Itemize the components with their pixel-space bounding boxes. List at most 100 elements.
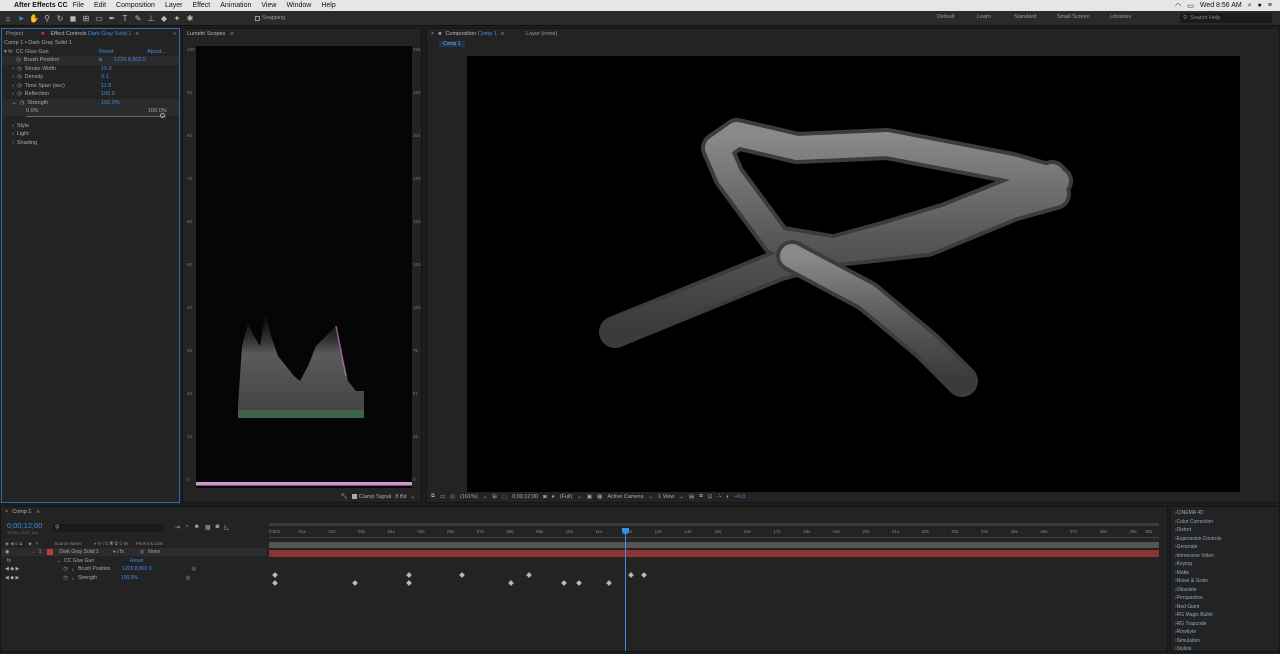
channel-icon[interactable]: ● bbox=[551, 494, 554, 500]
menu-layer[interactable]: Layer bbox=[165, 2, 183, 9]
tab-composition[interactable]: Composition Comp 1 bbox=[446, 31, 497, 37]
group-light[interactable]: › Light bbox=[2, 130, 179, 139]
motion-blur-icon[interactable]: ◙ bbox=[216, 524, 220, 531]
effects-category[interactable]: › Distort bbox=[1171, 526, 1279, 535]
app-name[interactable]: After Effects CC bbox=[14, 2, 68, 9]
view-layout-select[interactable]: 1 View bbox=[658, 494, 674, 500]
menu-window[interactable]: Window bbox=[286, 2, 311, 9]
param-value[interactable]: 100.0% bbox=[101, 100, 120, 106]
effects-category[interactable]: › Color Correction bbox=[1171, 518, 1279, 527]
graph-icon[interactable]: ⌞ bbox=[72, 575, 74, 581]
lock-icon[interactable]: ■ bbox=[438, 31, 441, 37]
timeline-icon[interactable]: ⊡ bbox=[708, 494, 713, 500]
layer-row[interactable]: ◉ ⌄ 1 Dark Gray Solid 1 ⚹ / fx ◎ None bbox=[1, 548, 267, 556]
chevron-down-icon[interactable]: ⌄ bbox=[410, 494, 415, 500]
effects-category[interactable]: › Keying bbox=[1171, 560, 1279, 569]
comp-timecode[interactable]: 0;00;12;00 bbox=[512, 494, 538, 500]
hand-tool-icon[interactable]: ✋ bbox=[29, 13, 39, 23]
timeline-track-area[interactable]: 0:00s01s02s03s04s05s06s07s08s09s10s11s12… bbox=[269, 523, 1159, 651]
keyframe[interactable] bbox=[405, 580, 412, 586]
selection-tool-icon[interactable]: ➤ bbox=[16, 13, 26, 23]
keyframe[interactable] bbox=[272, 580, 278, 586]
param-stroke-width[interactable]: › ◷ Stroke Width 15.9 bbox=[2, 65, 179, 74]
workspace-learn[interactable]: Learn bbox=[977, 14, 991, 20]
wifi-icon[interactable]: ◠ bbox=[1175, 2, 1181, 10]
wrench-icon[interactable]: 🔧︎ bbox=[341, 494, 348, 500]
effects-category[interactable]: › Perspective bbox=[1171, 594, 1279, 603]
twirl-icon[interactable]: › bbox=[12, 74, 14, 80]
panel-menu-icon[interactable]: ≡ bbox=[135, 31, 138, 37]
vr-icon[interactable]: ◎ bbox=[450, 494, 455, 500]
effects-category[interactable]: › Matte bbox=[1171, 569, 1279, 578]
param-density[interactable]: › ◷ Density 0.1 bbox=[2, 73, 179, 82]
workspace-small-screen[interactable]: Small Screen bbox=[1057, 14, 1090, 20]
close-tab-icon[interactable]: × bbox=[5, 509, 8, 515]
stopwatch-icon[interactable]: ◷ bbox=[20, 100, 25, 106]
grid-icon[interactable]: ⊞ bbox=[492, 494, 497, 500]
twirl-icon[interactable]: › bbox=[12, 83, 14, 89]
stopwatch-icon[interactable]: ◷ bbox=[17, 91, 22, 97]
keyframe-nav-icon[interactable]: ◀ ◆ ▶ bbox=[5, 566, 19, 572]
param-value[interactable]: 1229.8,802.0 bbox=[114, 57, 146, 63]
strength-slider-thumb[interactable] bbox=[160, 112, 165, 118]
menu-composition[interactable]: Composition bbox=[116, 2, 155, 9]
region-icon[interactable]: ▢ bbox=[502, 494, 507, 500]
flowchart-icon[interactable]: ⛬ bbox=[717, 493, 721, 500]
effects-category[interactable]: › Noise & Grain bbox=[1171, 577, 1279, 586]
search-help[interactable]: ⚲ Search Help bbox=[1180, 13, 1272, 23]
camera-select[interactable]: Active Camera bbox=[607, 494, 643, 500]
fx-icon[interactable]: ▾ fx bbox=[4, 49, 13, 55]
layer-duration-bar[interactable] bbox=[269, 550, 1159, 557]
keyframe[interactable] bbox=[641, 572, 648, 578]
param-value[interactable]: 100.0 bbox=[101, 91, 115, 97]
param-reflection[interactable]: › ◷ Reflection 100.0 bbox=[2, 90, 179, 99]
tab-effect-controls[interactable]: Effect Controls Dark Gray Solid 1 bbox=[50, 31, 131, 37]
keyframe[interactable] bbox=[628, 572, 634, 578]
workspace-libraries[interactable]: Libraries bbox=[1110, 14, 1131, 20]
menu-view[interactable]: View bbox=[261, 2, 276, 9]
eraser-tool-icon[interactable]: ◆ bbox=[159, 13, 169, 23]
fast-preview-icon[interactable]: ⧈ bbox=[699, 493, 703, 500]
menu-edit[interactable]: Edit bbox=[94, 2, 106, 9]
workspace-standard[interactable]: Standard bbox=[1014, 14, 1036, 20]
param-time-span[interactable]: › ◷ Time Span (sec) 11.8 bbox=[2, 82, 179, 91]
subtab-comp[interactable]: Comp 1 bbox=[439, 40, 465, 47]
reset-exposure-icon[interactable]: ◐ bbox=[726, 494, 729, 500]
group-style[interactable]: › Style bbox=[2, 122, 179, 131]
layer-color-swatch[interactable] bbox=[47, 549, 54, 555]
layer-name[interactable]: Dark Gray Solid 1 bbox=[59, 549, 98, 555]
home-icon[interactable]: ⌂ bbox=[3, 13, 13, 23]
expression-pickwhip-icon[interactable]: ◎ bbox=[192, 566, 196, 572]
twirl-icon[interactable]: › bbox=[12, 91, 14, 97]
zoom-tool-icon[interactable]: ⚲ bbox=[42, 13, 52, 23]
parent-pickwhip-icon[interactable]: ◎ bbox=[140, 549, 144, 555]
tab-comp[interactable]: Comp 1 bbox=[12, 509, 31, 515]
menu-help[interactable]: Help bbox=[321, 2, 335, 9]
effects-category[interactable]: › Expression Controls bbox=[1171, 535, 1279, 544]
camera-tool-icon[interactable]: ◼ bbox=[68, 13, 78, 23]
bit-depth-select[interactable]: 8 Bit bbox=[395, 494, 406, 500]
prop-row-strength[interactable]: ◀ ◆ ▶ ◷ ⌞ Strength 100.0% ◎ bbox=[1, 574, 267, 582]
clamp-signal-checkbox[interactable]: Clamp Signal bbox=[351, 494, 391, 500]
lock-icon[interactable]: ■ bbox=[41, 31, 44, 37]
always-preview-icon[interactable]: ⧉ bbox=[431, 493, 435, 500]
playhead[interactable] bbox=[622, 528, 629, 651]
effects-category[interactable]: › Rowbyte bbox=[1171, 628, 1279, 637]
toggle-pixel-icon[interactable]: ▤ bbox=[689, 494, 694, 500]
chevron-down-icon[interactable]: ⌄ bbox=[648, 494, 653, 500]
param-value[interactable]: 15.9 bbox=[101, 66, 112, 72]
resolution-select[interactable]: (Full) bbox=[560, 494, 573, 500]
work-area-bar[interactable] bbox=[269, 523, 1159, 526]
param-brush-position[interactable]: ◷ Brush Position ⊕ 1229.8,802.0 bbox=[2, 56, 179, 65]
comp-viewer[interactable] bbox=[467, 56, 1240, 492]
puppet-tool-icon[interactable]: ✱ bbox=[185, 13, 195, 23]
effects-category[interactable]: › Red Giant bbox=[1171, 603, 1279, 612]
roto-brush-tool-icon[interactable]: ✦ bbox=[172, 13, 182, 23]
fx-icon[interactable]: fx bbox=[7, 558, 11, 564]
keyframe[interactable] bbox=[576, 580, 583, 586]
twirl-icon[interactable]: › bbox=[12, 123, 14, 129]
rectangle-tool-icon[interactable]: ▭ bbox=[94, 13, 104, 23]
workspace-default[interactable]: Default bbox=[937, 14, 954, 20]
keyframe[interactable] bbox=[405, 572, 412, 578]
frame-blending-icon[interactable]: ▦ bbox=[205, 524, 211, 531]
